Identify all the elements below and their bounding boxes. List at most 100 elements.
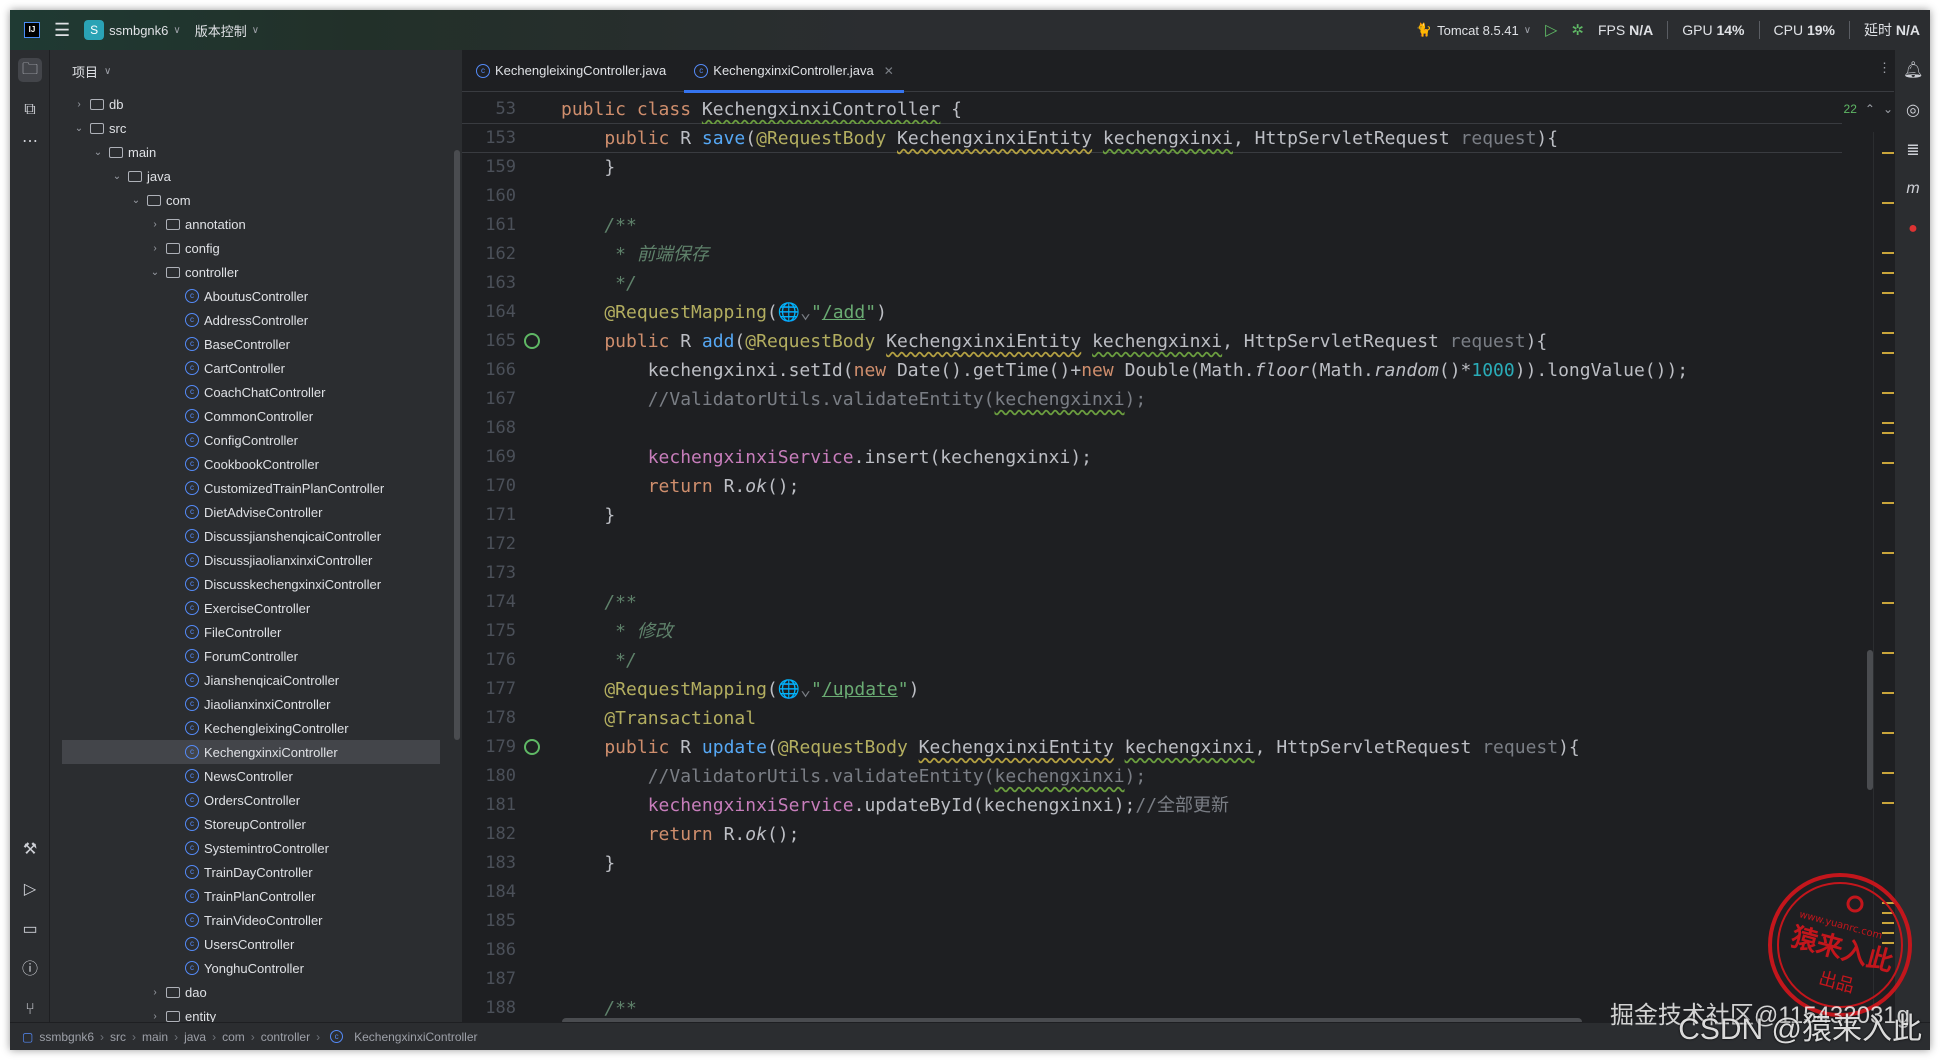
chevron-down-icon[interactable]: ⌄	[129, 195, 143, 206]
line-number[interactable]: 153	[476, 124, 516, 153]
more-icon[interactable]: ⋯	[18, 130, 42, 154]
breadcrumb-item[interactable]: ssmbgnk6	[39, 1030, 94, 1044]
problems-icon[interactable]: ⓘ	[18, 958, 42, 982]
chevron-right-icon[interactable]: ›	[148, 243, 162, 254]
tree-item[interactable]: c DiscusskechengxinxiController	[50, 572, 450, 596]
tab-kechengleixing-controller[interactable]: c KechengleixingController.java	[462, 50, 680, 92]
debug-icon[interactable]: ✲	[1571, 21, 1584, 39]
tree-item[interactable]: c CustomizedTrainPlanController	[50, 476, 450, 500]
tree-item[interactable]: c TrainDayController	[50, 860, 450, 884]
tree-item[interactable]: c ForumController	[50, 644, 450, 668]
line-number[interactable]: 178	[476, 704, 516, 733]
line-number[interactable]: 172	[476, 530, 516, 559]
tree-item[interactable]: c BaseController	[50, 332, 450, 356]
line-number[interactable]: 177	[476, 675, 516, 704]
main-menu-button[interactable]: ☰	[54, 20, 70, 41]
line-number[interactable]: 53	[476, 95, 516, 124]
line-number[interactable]: 182	[476, 820, 516, 849]
chevron-right-icon[interactable]: ›	[148, 1011, 162, 1022]
plugin-icon[interactable]: ●	[1903, 220, 1923, 240]
breadcrumb-item[interactable]: controller	[261, 1030, 310, 1044]
chevron-down-icon[interactable]: ⌄	[1883, 102, 1893, 116]
tree-item[interactable]: › dao	[50, 980, 450, 1004]
tree-item[interactable]: c OrdersController	[50, 788, 450, 812]
tab-kechengxinxi-controller[interactable]: c KechengxinxiController.java ✕	[680, 50, 908, 93]
tree-item[interactable]: c NewsController	[50, 764, 450, 788]
breadcrumb-item[interactable]: KechengxinxiController	[354, 1030, 477, 1044]
vcs-menu[interactable]: 版本控制 ∨	[195, 21, 259, 40]
line-number[interactable]: 179	[476, 733, 516, 762]
tree-item[interactable]: c UsersController	[50, 932, 450, 956]
endpoint-gutter-icon[interactable]	[524, 333, 540, 349]
line-number[interactable]: 173	[476, 559, 516, 588]
database-icon[interactable]: ≣	[1903, 140, 1923, 160]
chevron-up-icon[interactable]: ⌃	[1865, 102, 1875, 116]
line-number[interactable]: 165	[476, 327, 516, 356]
line-number[interactable]: 180	[476, 762, 516, 791]
tree-item[interactable]: c CommonController	[50, 404, 450, 428]
tree-item[interactable]: c StoreupController	[50, 812, 450, 836]
tree-item[interactable]: c FileController	[50, 620, 450, 644]
tree-item[interactable]: c AboutusController	[50, 284, 450, 308]
line-number[interactable]: 184	[476, 878, 516, 907]
tree-item[interactable]: c ExerciseController	[50, 596, 450, 620]
tree-item[interactable]: c TrainPlanController	[50, 884, 450, 908]
line-number[interactable]: 161	[476, 211, 516, 240]
project-panel-header[interactable]: 项目 ∨	[50, 50, 462, 92]
chevron-down-icon[interactable]: ⌄	[148, 267, 162, 278]
tree-item[interactable]: c KechengleixingController	[50, 716, 450, 740]
tree-item[interactable]: ⌄ src	[50, 116, 450, 140]
tree-item[interactable]: › annotation	[50, 212, 450, 236]
more-vertical-icon[interactable]: ⋮	[1878, 60, 1891, 76]
endpoint-gutter-icon[interactable]	[524, 739, 540, 755]
close-icon[interactable]: ✕	[884, 64, 894, 78]
line-number[interactable]: 187	[476, 965, 516, 994]
line-number[interactable]: 167	[476, 385, 516, 414]
tree-item[interactable]: ⌄ main	[50, 140, 450, 164]
line-number[interactable]: 159	[476, 153, 516, 182]
git-icon[interactable]: ⑂	[18, 998, 42, 1022]
line-number[interactable]: 168	[476, 414, 516, 443]
line-number[interactable]: 175	[476, 617, 516, 646]
line-number[interactable]: 181	[476, 791, 516, 820]
line-number[interactable]: 170	[476, 472, 516, 501]
tree-item[interactable]: ⌄ controller	[50, 260, 450, 284]
chevron-down-icon[interactable]: ⌄	[91, 147, 105, 158]
terminal-icon[interactable]: ▭	[18, 918, 42, 942]
breadcrumb-item[interactable]: com	[222, 1030, 245, 1044]
line-number[interactable]: 164	[476, 298, 516, 327]
line-number[interactable]: 162	[476, 240, 516, 269]
services-icon[interactable]: ▷	[18, 878, 42, 902]
code-area[interactable]: 53 public class KechengxinxiController {1…	[462, 92, 1872, 1032]
tree-item[interactable]: c TrainVideoController	[50, 908, 450, 932]
tree-item[interactable]: c DietAdviseController	[50, 500, 450, 524]
tree-item[interactable]: › config	[50, 236, 450, 260]
line-number[interactable]: 163	[476, 269, 516, 298]
structure-icon[interactable]: ⧉	[18, 98, 42, 122]
line-number[interactable]: 160	[476, 182, 516, 211]
line-number[interactable]: 174	[476, 588, 516, 617]
project-folder-icon[interactable]: 🗀	[18, 58, 42, 82]
chevron-right-icon[interactable]: ›	[148, 987, 162, 998]
chevron-right-icon[interactable]: ›	[148, 219, 162, 230]
breadcrumb-item[interactable]: src	[110, 1030, 126, 1044]
tree-item[interactable]: c KechengxinxiController	[62, 740, 440, 764]
line-number[interactable]: 183	[476, 849, 516, 878]
maven-icon[interactable]: m	[1903, 180, 1923, 200]
tree-item[interactable]: › db	[50, 92, 450, 116]
tree-item[interactable]: c AddressController	[50, 308, 450, 332]
run-config-selector[interactable]: 🐈 Tomcat 8.5.41 ∨	[1416, 22, 1531, 38]
chevron-down-icon[interactable]: ⌄	[72, 123, 86, 134]
tree-item[interactable]: c DiscussjianshenqicaiController	[50, 524, 450, 548]
notifications-bell-icon[interactable]: 🔔︎	[1903, 60, 1923, 80]
tree-item[interactable]: c CookbookController	[50, 452, 450, 476]
project-scrollbar[interactable]	[454, 150, 460, 740]
chevron-right-icon[interactable]: ›	[72, 99, 86, 110]
line-number[interactable]: 171	[476, 501, 516, 530]
tree-item[interactable]: c DiscussjiaolianxinxiController	[50, 548, 450, 572]
line-number[interactable]: 188	[476, 994, 516, 1023]
run-icon[interactable]: ▷	[1545, 20, 1557, 40]
project-switcher[interactable]: S ssmbgnk6 ∨	[84, 20, 181, 40]
line-number[interactable]: 166	[476, 356, 516, 385]
tree-item[interactable]: ⌄ com	[50, 188, 450, 212]
